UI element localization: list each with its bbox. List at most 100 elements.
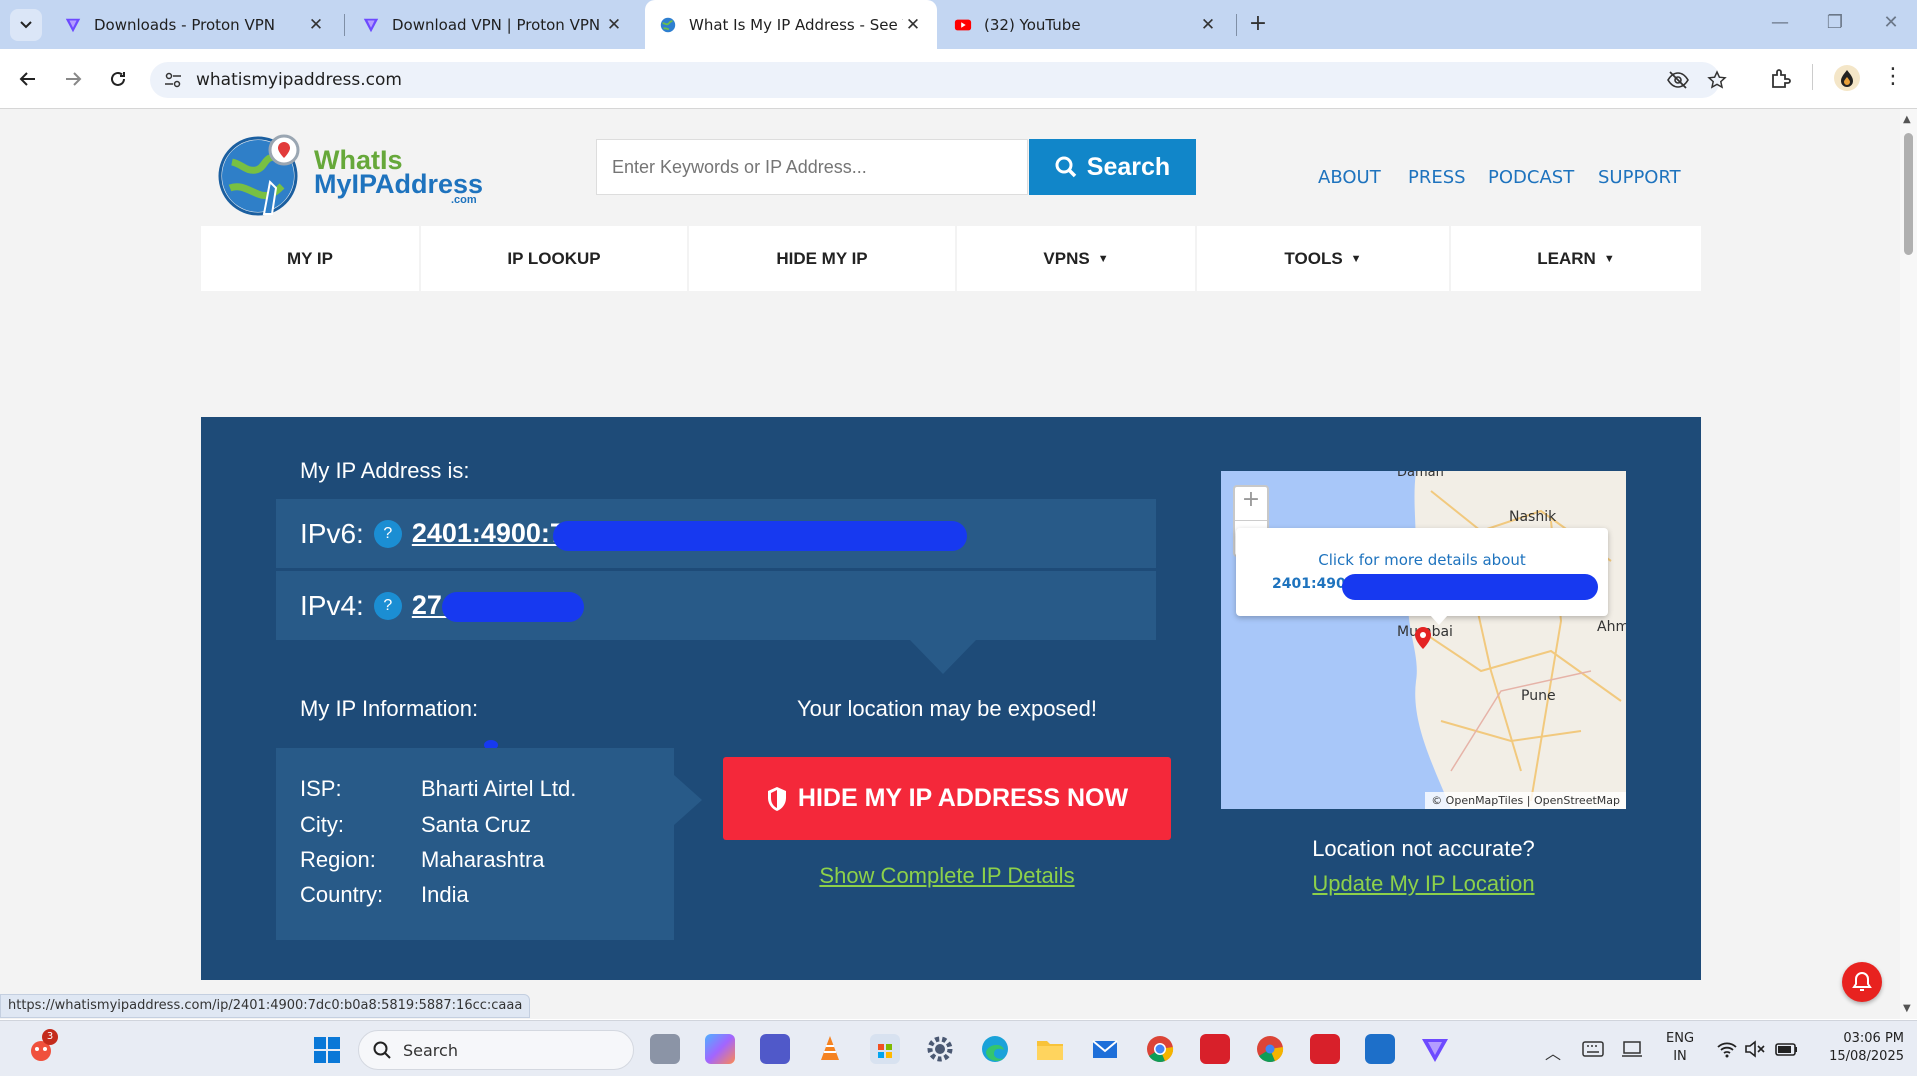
site-logo[interactable]: WhatIs MyIPAddress .com [218,132,488,220]
close-icon[interactable]: ✕ [903,15,923,35]
scroll-down-arrow[interactable]: ▼ [1903,1003,1911,1014]
dropdown-arrow-icon: ▼ [1350,252,1362,265]
notification-bell-button[interactable] [1842,962,1882,1002]
reload-button[interactable] [102,63,134,95]
nav-link-support[interactable]: SUPPORT [1598,167,1681,188]
chrome-profile-icon[interactable] [1255,1034,1285,1064]
tab-title: (32) YouTube [984,15,1081,34]
nav-my-ip[interactable]: MY IP [201,226,419,291]
region-label: Region: [300,847,376,872]
ip-heading: My IP Address is: [300,458,470,483]
proton-vpn-taskbar-icon[interactable] [1420,1034,1450,1064]
map-attribution[interactable]: © OpenMapTiles | OpenStreetMap [1425,792,1626,809]
site-info-icon[interactable] [164,71,182,89]
tab-download-vpn[interactable]: Download VPN | Proton VPN ✕ [348,0,638,49]
minimize-button[interactable]: — [1765,12,1795,36]
volume-muted-icon[interactable] [1744,1040,1766,1058]
task-view-icon[interactable] [650,1034,680,1064]
tab-whatismyip[interactable]: What Is My IP Address - See Yo ✕ [645,0,937,49]
close-icon[interactable]: ✕ [306,15,326,35]
dropdown-arrow-icon: ▼ [1603,252,1615,265]
url-text[interactable]: whatismyipaddress.com [196,70,402,90]
pointer-notch [674,775,702,825]
help-icon[interactable]: ? [373,519,402,548]
nav-ip-lookup[interactable]: IP LOOKUP [421,226,687,291]
search-icon [373,1041,391,1059]
notepad-icon[interactable] [1365,1034,1395,1064]
hide-ip-button[interactable]: HIDE MY IP ADDRESS NOW [723,757,1171,840]
tab-downloads-proton[interactable]: Downloads - Proton VPN ✕ [50,0,340,49]
hide-ip-label: HIDE MY IP ADDRESS NOW [797,784,1129,812]
globe-magnifier-icon [218,134,300,216]
restore-button[interactable]: ❐ [1820,12,1850,36]
scrollbar[interactable]: ▲ ▼ [1900,109,1917,1019]
ipv6-label: IPv6: [300,517,364,549]
nav-label: VPNS [1043,248,1090,268]
arrow-right-icon [66,72,82,86]
show-hidden-icons[interactable]: ︿ [1545,1040,1561,1064]
status-url: https://whatismyipaddress.com/ip/2401:49… [0,994,531,1018]
clock[interactable]: 03:06 PM 15/08/2025 [1808,1030,1904,1066]
site-search-input[interactable] [596,139,1028,195]
keyboard-icon[interactable] [1582,1041,1604,1057]
map-label-nashik: Nashik [1509,509,1557,525]
address-bar[interactable]: whatismyipaddress.com [150,62,1727,98]
show-details-link[interactable]: Show Complete IP Details [724,863,1170,889]
logo-suffix: .com [451,194,477,206]
nav-label: HIDE MY IP [776,248,868,268]
profile-avatar[interactable] [1834,65,1860,91]
weather-widget[interactable]: 3 [26,1029,58,1063]
new-tab-button[interactable]: + [1244,10,1272,38]
language-indicator[interactable]: ENG IN [1666,1030,1694,1066]
tab-title: Downloads - Proton VPN [94,15,275,34]
windows-start-icon[interactable] [313,1036,341,1064]
nav-link-podcast[interactable]: PODCAST [1488,167,1574,188]
tab-search-button[interactable] [10,9,42,41]
zoom-in-button[interactable]: + [1235,487,1267,521]
window-close-button[interactable]: ✕ [1876,12,1906,36]
scrollbar-thumb[interactable] [1904,133,1913,255]
wps-office-icon[interactable] [1200,1034,1230,1064]
taskbar-search[interactable]: Search [358,1030,634,1070]
vlc-icon[interactable] [815,1034,845,1064]
nav-link-about[interactable]: ABOUT [1318,167,1381,188]
nav-vpns[interactable]: VPNS ▼ [957,226,1195,291]
globe-icon [660,17,676,32]
chrome-icon[interactable] [1145,1034,1175,1064]
copilot-icon[interactable] [705,1034,735,1064]
close-icon[interactable]: ✕ [604,15,624,35]
teams-icon[interactable] [760,1034,790,1064]
proton-vpn-icon [65,18,81,32]
settings-icon[interactable] [925,1034,955,1064]
nav-tools[interactable]: TOOLS ▼ [1197,226,1449,291]
wifi-icon[interactable] [1716,1040,1738,1058]
nav-link-press[interactable]: PRESS [1408,167,1466,188]
update-location-link[interactable]: Update My IP Location [1221,871,1626,897]
nav-label: MY IP [287,248,333,268]
location-map[interactable]: Daman Nashik Mumbai Pune Ahm + − Click f… [1221,471,1626,809]
map-popup-ip[interactable]: 2401:490 [1272,576,1346,592]
map-marker-icon[interactable] [1415,627,1431,649]
site-search-button[interactable]: Search [1029,139,1196,195]
extensions-icon[interactable] [1770,68,1792,90]
country-label: Country: [300,882,384,907]
file-explorer-icon[interactable] [1035,1034,1065,1064]
wps-pdf-icon[interactable] [1310,1034,1340,1064]
close-icon[interactable]: ✕ [1198,15,1218,35]
star-icon[interactable] [1707,70,1727,90]
tab-youtube[interactable]: (32) YouTube ✕ [940,0,1232,49]
mail-icon[interactable] [1090,1034,1120,1064]
edge-icon[interactable] [980,1034,1010,1064]
back-button[interactable] [12,63,44,95]
battery-icon[interactable] [1775,1040,1799,1058]
nav-hide-my-ip[interactable]: HIDE MY IP [689,226,955,291]
nav-learn[interactable]: LEARN ▼ [1451,226,1701,291]
eye-off-icon[interactable] [1667,70,1689,90]
microsoft-store-icon[interactable] [870,1034,900,1064]
scroll-up-arrow[interactable]: ▲ [1903,114,1911,125]
map-popup[interactable]: Click for more details about 2401:490 [1236,528,1608,616]
laptop-icon[interactable] [1621,1041,1643,1057]
forward-button[interactable] [57,63,89,95]
help-icon[interactable]: ? [373,591,402,620]
menu-button[interactable]: ⋮ [1882,64,1904,92]
